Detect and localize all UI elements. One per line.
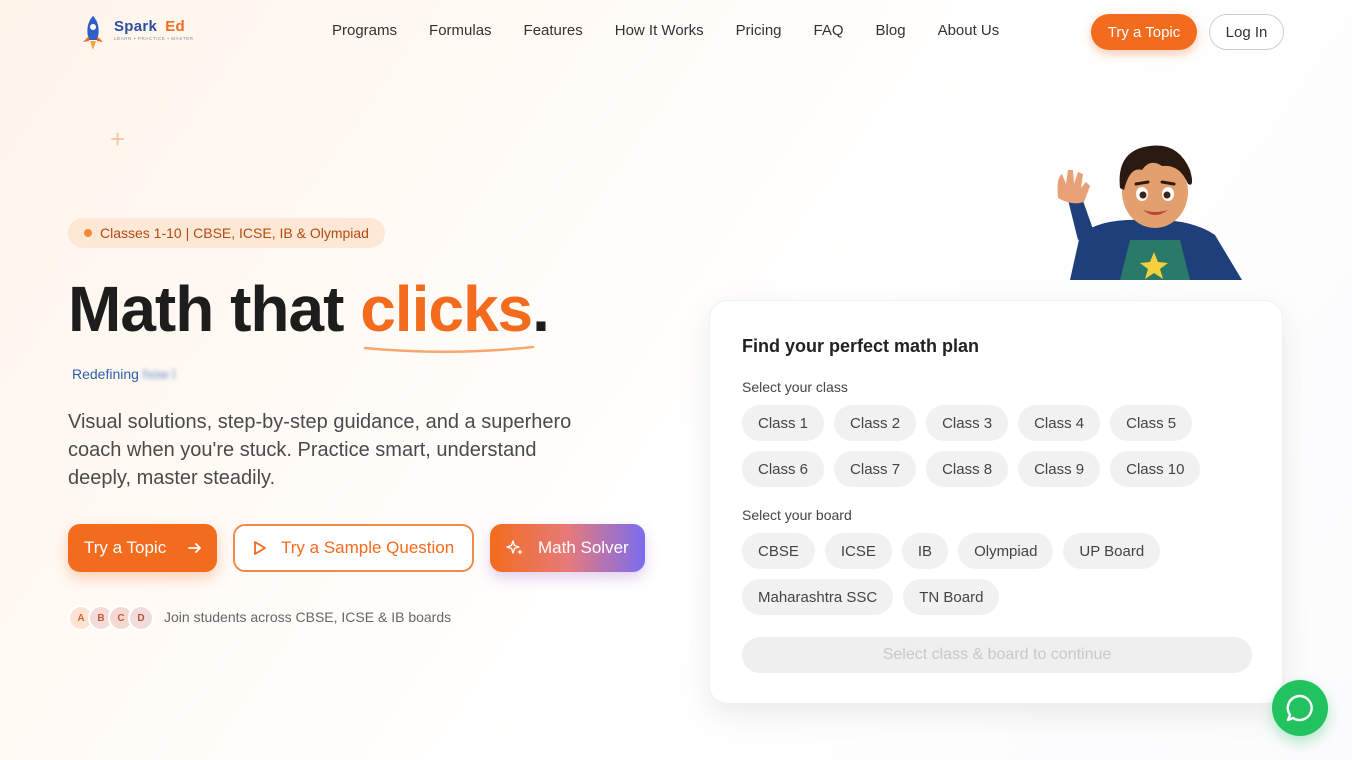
class-chip[interactable]: Class 8 [926,451,1009,487]
nav-link-how-it-works[interactable]: How It Works [615,22,704,39]
headline-text: Math that [68,273,361,345]
nav-link-about-us[interactable]: About Us [938,22,1000,39]
logo-tagline: LEARN • PRACTICE • MASTER [114,36,194,41]
redefining-text: Redefining [72,366,139,382]
try-topic-button[interactable]: Try a Topic [68,524,217,572]
social-proof-text: Join students across CBSE, ICSE & IB boa… [164,609,452,625]
logo[interactable]: Spark Ed LEARN • PRACTICE • MASTER [78,14,208,52]
board-chips: CBSE ICSE IB Olympiad UP Board Maharasht… [742,533,1262,615]
nav-link-pricing[interactable]: Pricing [736,22,782,39]
class-chip[interactable]: Class 9 [1018,451,1101,487]
plan-finder-card: Find your perfect math plan Select your … [709,300,1283,704]
headline-period: . [532,273,550,345]
superhero-mascot-icon [1057,145,1242,280]
nav-link-features[interactable]: Features [524,22,583,39]
math-solver-label: Math Solver [538,538,629,557]
board-chip[interactable]: UP Board [1063,533,1161,569]
board-chip[interactable]: ICSE [824,533,892,569]
headline-underline-icon [363,345,535,354]
class-chip[interactable]: Class 5 [1110,405,1193,441]
class-chip[interactable]: Class 7 [834,451,917,487]
redefining-faded-text: how l [142,366,176,382]
class-chip[interactable]: Class 2 [834,405,917,441]
board-chip[interactable]: IB [901,533,949,569]
whatsapp-chat-button[interactable] [1272,680,1328,736]
logo-accent: Ed [165,18,185,35]
board-chip[interactable]: TN Board [903,579,1000,615]
class-chips: Class 1 Class 2 Class 3 Class 4 Class 5 … [742,405,1262,487]
redefining-tagline: Redefining how l [72,366,176,382]
class-chip[interactable]: Class 6 [742,451,825,487]
sample-question-label: Try a Sample Question [281,538,455,557]
sample-question-button[interactable]: Try a Sample Question [233,524,474,572]
board-chip[interactable]: Olympiad [958,533,1054,569]
badge-text: Classes 1-10 | CBSE, ICSE, IB & Olympiad [100,225,369,241]
headline-accent: clicks [360,273,533,345]
logo-text: Spark Ed LEARN • PRACTICE • MASTER [114,18,194,41]
board-chip[interactable]: CBSE [742,533,815,569]
class-chip[interactable]: Class 10 [1110,451,1201,487]
math-solver-button[interactable]: Math Solver [490,524,645,572]
whatsapp-icon [1286,694,1313,722]
try-topic-label: Try a Topic [84,538,167,557]
class-chip[interactable]: Class 1 [742,405,825,441]
logo-name: Spark [114,18,158,35]
plus-decoration-icon: + [110,124,126,154]
hero-badge: Classes 1-10 | CBSE, ICSE, IB & Olympiad [68,218,385,248]
class-chip[interactable]: Class 4 [1018,405,1101,441]
continue-button[interactable]: Select class & board to continue [742,637,1252,673]
play-icon [254,541,266,555]
login-button[interactable]: Log In [1209,14,1284,50]
top-nav: Spark Ed LEARN • PRACTICE • MASTER Progra… [0,0,1352,64]
nav-link-blog[interactable]: Blog [876,22,906,39]
nav-link-faq[interactable]: FAQ [814,22,844,39]
arrow-right-icon [188,543,202,553]
hero-description: Visual solutions, step-by-step guidance,… [68,411,572,489]
rocket-logo-icon [83,16,103,50]
nav-link-formulas[interactable]: Formulas [429,22,492,39]
board-select-label: Select your board [742,507,852,523]
student-avatars: A B C D [68,605,154,631]
class-chip[interactable]: Class 3 [926,405,1009,441]
nav-try-topic-button[interactable]: Try a Topic [1091,14,1197,50]
avatar: D [128,605,154,631]
nav-links: Programs Formulas Features How It Works … [332,22,999,39]
sparkle-icon [506,540,523,555]
hero-headline: Math that clicks. [68,272,550,346]
class-select-label: Select your class [742,379,848,395]
board-chip[interactable]: Maharashtra SSC [742,579,894,615]
badge-dot-icon [84,229,92,237]
nav-link-programs[interactable]: Programs [332,22,397,39]
plan-card-title: Find your perfect math plan [742,336,980,356]
